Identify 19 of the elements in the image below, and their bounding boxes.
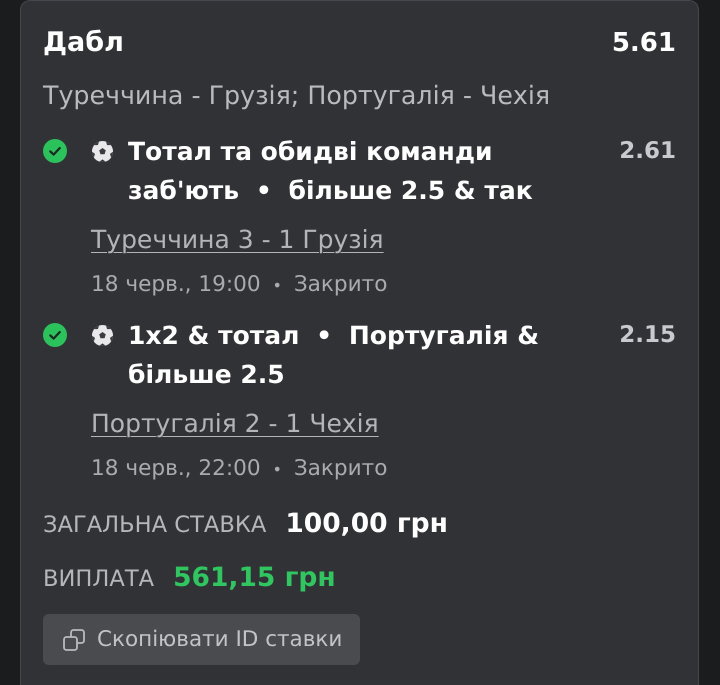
selection-odds: 2.61 xyxy=(619,137,676,166)
payout-amount: 561,15 грн xyxy=(173,561,336,595)
bet-type-title: Дабл xyxy=(43,26,124,60)
copy-bet-id-button[interactable]: Скопіювати ID ставки xyxy=(43,614,360,665)
soccer-ball-icon xyxy=(91,140,114,163)
total-odds: 5.61 xyxy=(612,27,676,60)
stake-amount: 100,00 грн xyxy=(285,507,448,541)
total-label: ЗАГАЛЬНА СТАВКА xyxy=(43,511,266,540)
selection-title: 1x2 & тотал • Португалія & більше 2.5 xyxy=(128,320,540,391)
match-time: 18 черв., 19:00 • Закрито xyxy=(91,271,388,299)
match-score-link[interactable]: Туреччина 3 - 1 Грузія xyxy=(91,225,384,254)
match-score-link[interactable]: Португалія 2 - 1 Чехія xyxy=(91,409,379,438)
selection-odds: 2.15 xyxy=(619,321,676,350)
selection-title: Тотал та обидві команди заб'ють • більше 2.5 & так xyxy=(128,136,534,207)
soccer-ball-icon xyxy=(91,324,114,347)
events-summary: Туреччина - Грузія; Португалія - Чехія xyxy=(43,81,552,111)
match-time: 18 черв., 22:00 • Закрито xyxy=(91,455,388,483)
total-label: ВИПЛАТА xyxy=(43,565,154,594)
copy-icon xyxy=(63,628,85,650)
